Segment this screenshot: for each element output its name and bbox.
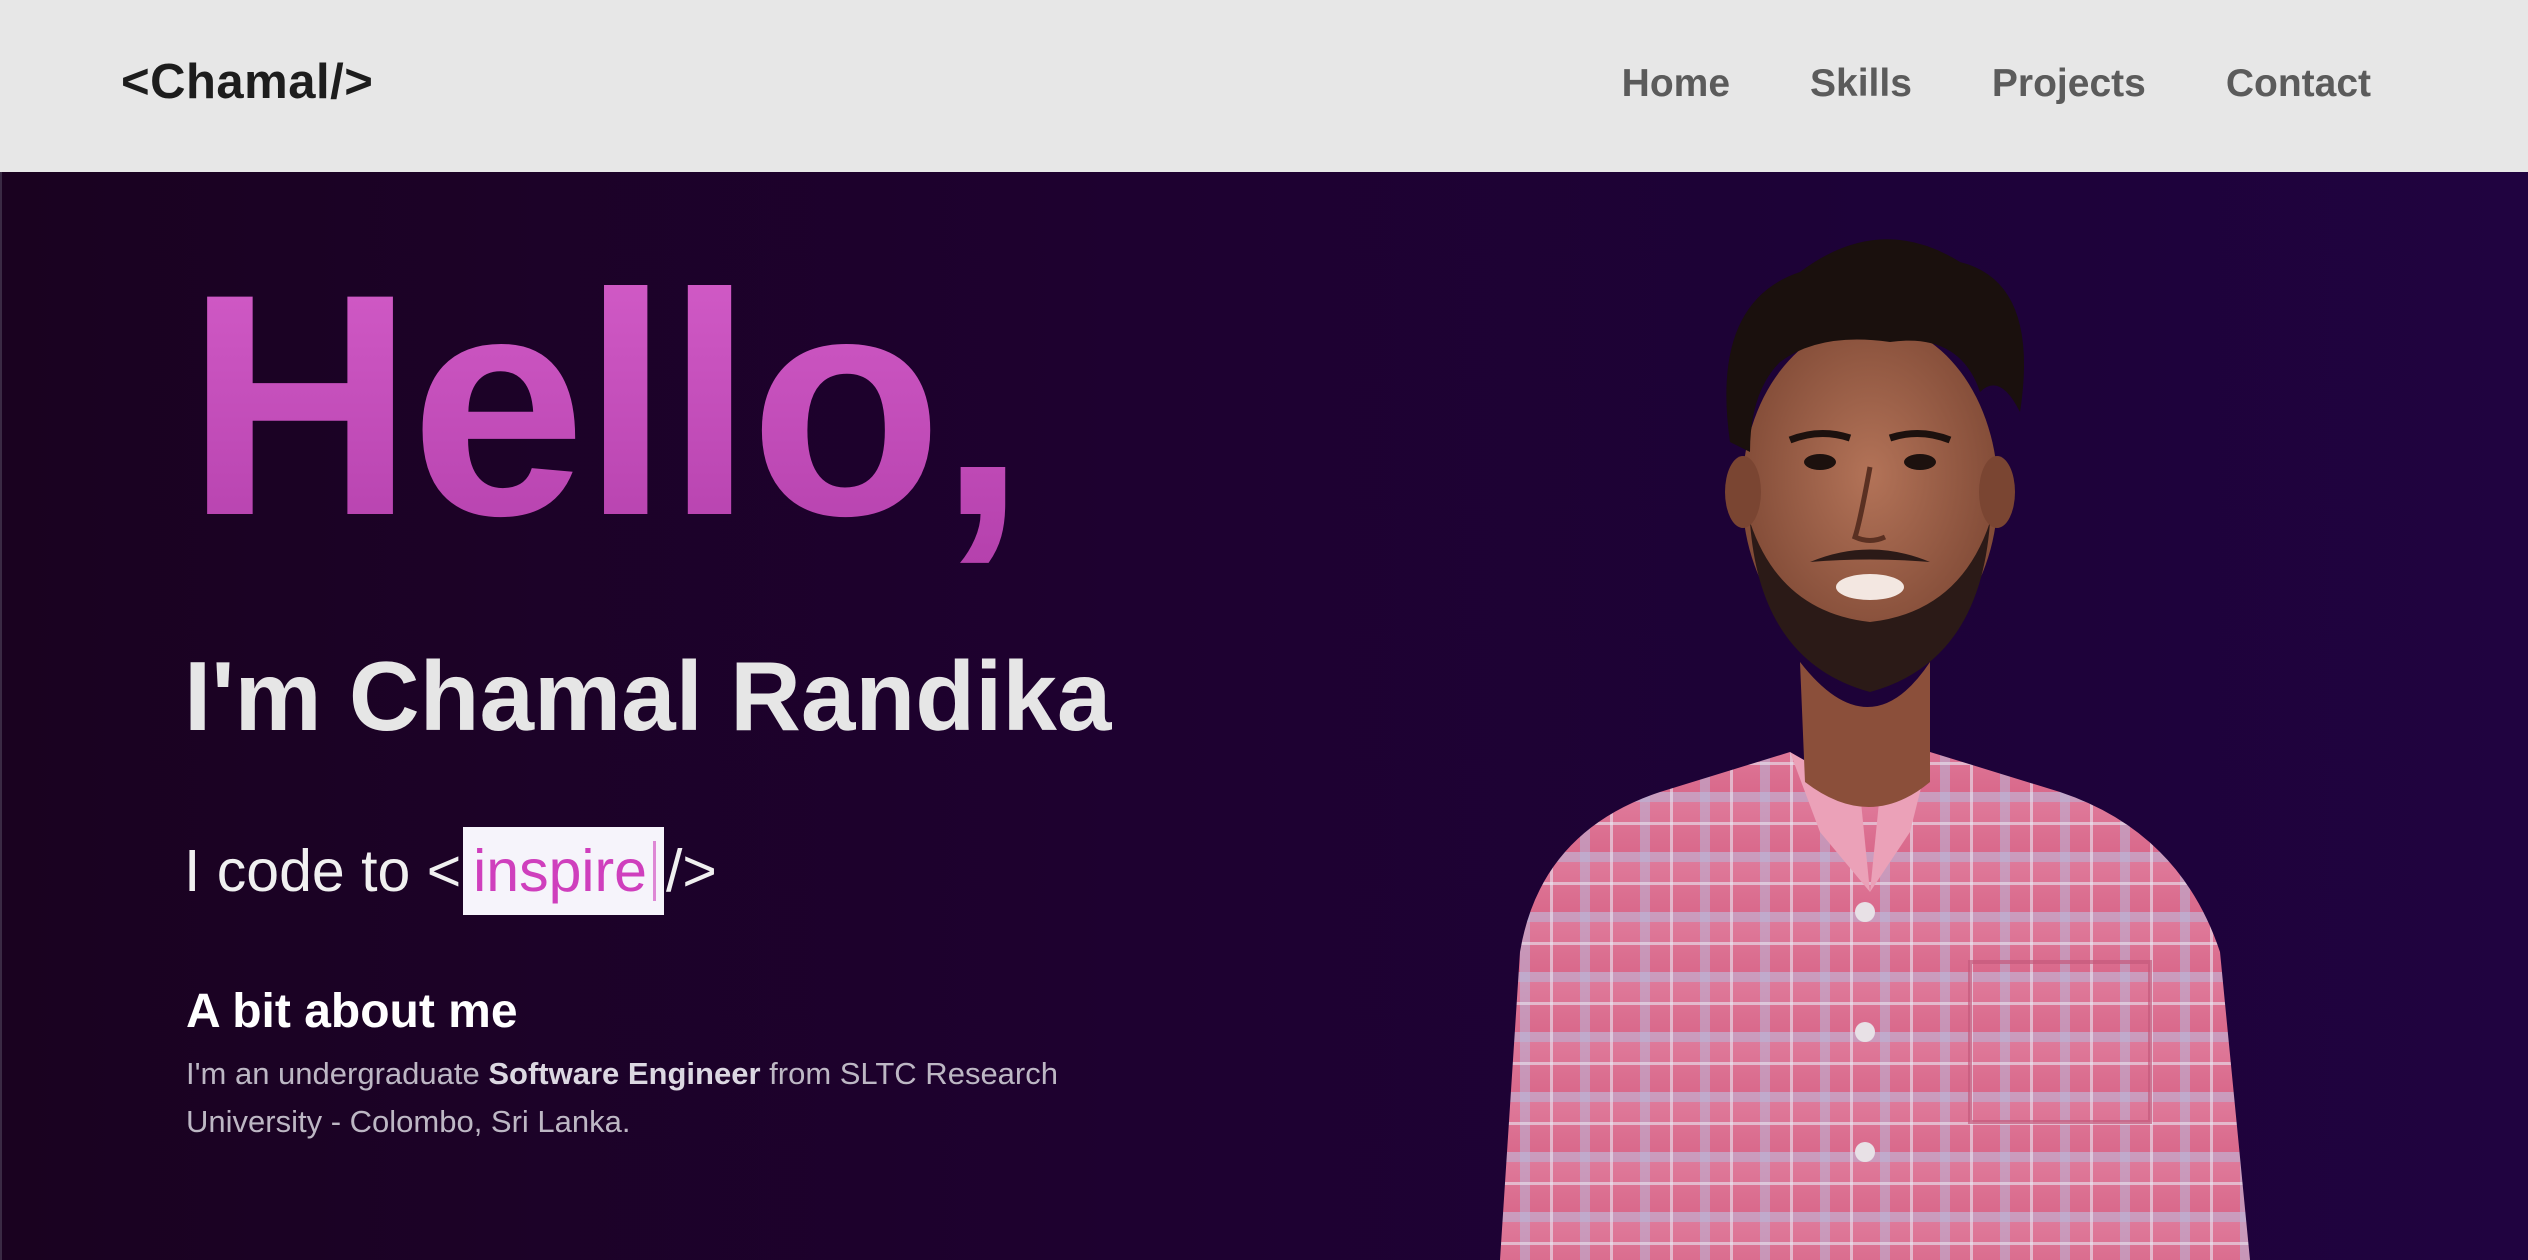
- hero-name-heading: I'm Chamal Randika: [184, 641, 1112, 751]
- hero-left-border: [0, 172, 2, 1260]
- typing-tagline: I code to < inspire />: [184, 827, 717, 915]
- typed-word-highlight: inspire: [463, 827, 664, 915]
- site-logo[interactable]: <Chamal/>: [121, 54, 373, 110]
- hero-greeting: Hello,: [186, 228, 1026, 581]
- hero-section: Hello, I'm Chamal Randika I code to < in…: [0, 172, 2528, 1260]
- about-heading: A bit about me: [186, 985, 518, 1038]
- tagline-suffix: />: [665, 838, 717, 904]
- about-text-highlight: Software Engineer: [488, 1056, 761, 1091]
- about-text-start: I'm an undergraduate: [186, 1056, 489, 1091]
- tagline-prefix: I code to <: [184, 838, 462, 904]
- top-navbar: <Chamal/> Home Skills Projects Contact: [0, 0, 2528, 172]
- nav-home-link[interactable]: Home: [1622, 62, 1730, 106]
- about-paragraph: I'm an undergraduate Software Engineer f…: [186, 1050, 1186, 1146]
- typed-word: inspire: [473, 838, 647, 904]
- typing-caret: [652, 841, 656, 901]
- main-nav: Home Skills Projects Contact: [1622, 62, 2371, 106]
- portrait-photo: [1500, 239, 2250, 1260]
- nav-contact-link[interactable]: Contact: [2226, 62, 2371, 106]
- nav-skills-link[interactable]: Skills: [1810, 62, 1912, 106]
- nav-projects-link[interactable]: Projects: [1992, 62, 2146, 106]
- portfolio-page: <Chamal/> Home Skills Projects Contact H…: [0, 0, 2528, 1260]
